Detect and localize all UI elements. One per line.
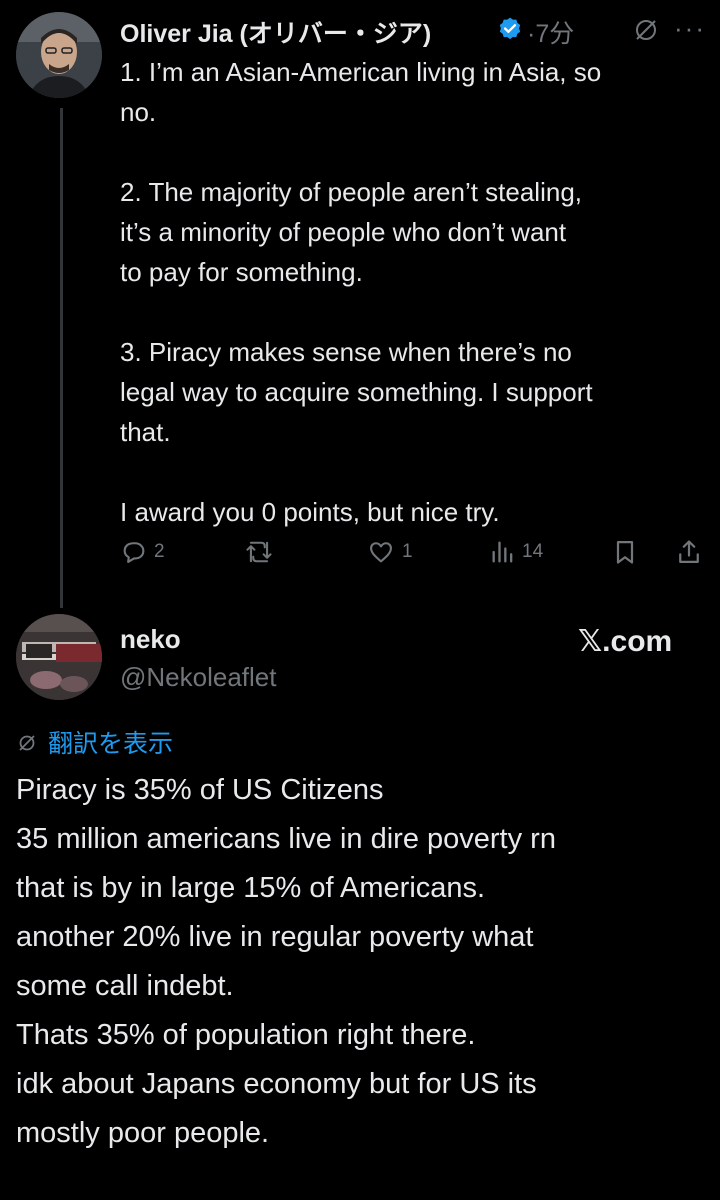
text-line: another 20% live in regular poverty what	[16, 921, 534, 953]
more-icon[interactable]: ···	[674, 13, 706, 44]
timestamp[interactable]: ·7分	[527, 14, 574, 50]
thread-connector-line	[60, 108, 63, 608]
text-line: I award you 0 points, but nice try.	[120, 497, 500, 527]
text-line: legal way to acquire something. I suppor…	[120, 377, 593, 407]
author-name[interactable]: neko	[120, 624, 181, 655]
paragraph: I award you 0 points, but nice try.	[120, 492, 700, 532]
paragraph: 3. Piracy makes sense when there’s no le…	[120, 332, 700, 452]
share-icon	[679, 540, 699, 564]
quoted-tweet-text: Piracy is 35% of US Citizens 35 million …	[16, 766, 706, 1158]
tweet-action-bar: 2 1 14	[120, 538, 705, 578]
text-line: that is by in large 15% of Americans.	[16, 872, 486, 904]
text-line: mostly poor people.	[16, 1117, 270, 1149]
repost-icon	[246, 541, 272, 563]
text-line: Piracy is 35% of US Citizens	[16, 774, 384, 806]
author-name[interactable]: Oliver Jia (オリバー・ジア)	[120, 14, 431, 50]
text-line: 2. The majority of people aren’t stealin…	[120, 177, 583, 207]
avatar-portrait-icon	[16, 12, 102, 98]
text-line: 3. Piracy makes sense when there’s no	[120, 337, 572, 367]
like-count: 1	[402, 541, 413, 562]
view-count: 14	[522, 541, 544, 562]
paragraph: 2. The majority of people aren’t stealin…	[120, 172, 700, 292]
tweet-header: Oliver Jia (オリバー・ジア) ·7分 ···	[120, 10, 705, 50]
translate-label[interactable]: 翻訳を表示	[48, 724, 173, 760]
no-edit-icon[interactable]	[632, 16, 660, 44]
views-button[interactable]: 14	[490, 538, 543, 566]
source-watermark: 𝕏.com	[578, 625, 673, 658]
tweet-text: 1. I’m an Asian-American living in Asia,…	[120, 52, 700, 532]
reply-icon	[123, 542, 145, 563]
text-line: some call indebt.	[16, 970, 234, 1002]
bookmark-icon	[616, 540, 634, 564]
text-line: Thats 35% of population right there.	[16, 1019, 476, 1051]
translate-icon	[19, 735, 35, 751]
text-line: to pay for something.	[120, 257, 363, 287]
avatar[interactable]	[16, 614, 102, 700]
bookmark-button[interactable]	[612, 538, 638, 566]
avatar-image-icon	[16, 614, 102, 700]
text-line: no.	[120, 97, 157, 127]
text-line: that.	[120, 417, 171, 447]
avatar[interactable]	[16, 12, 102, 98]
author-handle[interactable]: @Nekoleaflet	[120, 662, 276, 693]
translate-link[interactable]: 翻訳を表示	[16, 724, 173, 760]
text-line: 1. I’m an Asian-American living in Asia,…	[120, 57, 602, 87]
share-button[interactable]	[676, 538, 702, 566]
paragraph: 1. I’m an Asian-American living in Asia,…	[120, 52, 700, 132]
like-icon	[370, 542, 392, 563]
reply-count: 2	[154, 541, 165, 562]
like-button[interactable]: 1	[366, 538, 413, 566]
verified-badge-icon	[499, 17, 521, 40]
text-line: 35 million americans live in dire povert…	[16, 823, 556, 855]
reply-button[interactable]: 2	[120, 538, 165, 566]
repost-button[interactable]	[244, 538, 280, 566]
text-line: it’s a minority of people who don’t want	[120, 217, 567, 247]
views-icon	[492, 541, 513, 563]
text-line: idk about Japans economy but for US its	[16, 1068, 537, 1100]
